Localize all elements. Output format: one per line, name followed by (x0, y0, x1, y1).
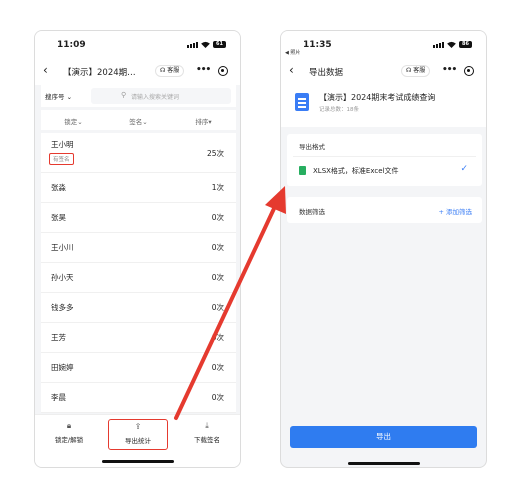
student-count: 0次 (211, 213, 224, 222)
student-name: 王芳 (51, 333, 66, 342)
student-count: 1次 (211, 183, 224, 192)
export-format-card: 导出格式 XLSX格式，标准Excel文件 ✓ (287, 134, 482, 186)
lock-unlock-button[interactable]: 🔒︎ 锁定/解锁 (39, 421, 99, 444)
data-filter-heading: 数据筛选 (299, 208, 325, 216)
download-signature-label: 下载签名 (194, 436, 220, 444)
back-to-app[interactable]: ◀ 照片 (285, 49, 300, 56)
student-name: 田婉婷 (51, 363, 74, 372)
search-icon: ⚲ (121, 91, 127, 99)
status-icons: 61 (187, 41, 226, 48)
status-bar: 11:35 ◀ 照片 86 (281, 31, 486, 57)
back-icon[interactable]: ‹ (289, 63, 294, 77)
more-icon[interactable]: ••• (196, 65, 211, 75)
battery-icon: 61 (213, 41, 226, 48)
status-bar: 11:09 61 (35, 31, 240, 57)
left-phone-screen: 11:09 61 ‹ 【演示】2024期… ☊ 客服 ••• 搜序号 ⌄ ⚲ 请… (34, 30, 241, 468)
list-item[interactable]: 张淼 1次 (41, 173, 236, 203)
customer-service-button[interactable]: ☊ 客服 (155, 65, 185, 77)
student-count: 0次 (211, 393, 224, 402)
student-count: 0次 (211, 303, 224, 312)
page-title: 导出数据 (309, 68, 344, 78)
sort-select-label: 搜序号 (45, 93, 65, 101)
student-name: 张淼 (51, 183, 66, 192)
export-stats-label: 导出统计 (125, 437, 151, 445)
close-miniprogram-icon[interactable] (464, 66, 474, 76)
add-filter-button[interactable]: + 添加筛选 (438, 206, 472, 216)
right-phone-screen: 11:35 ◀ 照片 86 ‹ 导出数据 ☊ 客服 ••• 【演示】2024期末… (280, 30, 487, 468)
student-count: 25次 (206, 149, 224, 158)
list-item[interactable]: 王小明 有签名 25次 (41, 133, 236, 173)
status-icons: 86 (433, 41, 472, 48)
customer-service-label: 客服 (167, 67, 180, 74)
customer-service-button[interactable]: ☊ 客服 (401, 65, 431, 77)
list-item[interactable]: 田婉婷 0次 (41, 353, 236, 383)
download-icon: ⤓ (205, 421, 209, 430)
customer-service-label: 客服 (413, 67, 426, 74)
student-count: 0次 (211, 333, 224, 342)
record-count: 记录总数：18条 (319, 107, 359, 113)
student-name: 王小川 (51, 243, 74, 252)
document-icon (295, 93, 309, 111)
home-indicator (102, 460, 174, 463)
column-sort[interactable]: 排序▾ (171, 110, 236, 130)
lock-icon: 🔒︎ (66, 421, 72, 430)
nav-bar: ‹ 导出数据 ☊ 客服 ••• (281, 57, 486, 85)
search-input[interactable]: ⚲ 请输入搜索关键词 (91, 88, 231, 104)
list-item[interactable]: 李晨 0次 (41, 383, 236, 413)
export-stats-button[interactable]: ⇪ 导出统计 (108, 419, 168, 450)
column-header: 锁定⌄ 签名⌄ 排序▾ (41, 110, 236, 130)
wifi-icon (447, 41, 456, 48)
status-time: 11:35 (303, 40, 332, 50)
back-icon[interactable]: ‹ (43, 63, 48, 77)
document-card: 【演示】2024期末考试成绩查询 记录总数：18条 (281, 85, 486, 127)
export-format-heading: 导出格式 (299, 143, 325, 151)
more-icon[interactable]: ••• (442, 65, 457, 75)
check-icon: ✓ (460, 164, 468, 174)
list-item[interactable]: 张昊 0次 (41, 203, 236, 233)
student-list: 王小明 有签名 25次 张淼 1次 张昊 0次 王小川 0次 孙小天 0次 钱多多 0次 … (41, 133, 236, 413)
headset-icon: ☊ (406, 67, 412, 74)
bottom-toolbar: 🔒︎ 锁定/解锁 ⇪ 导出统计 ⤓ 下载签名 (35, 414, 240, 467)
student-name: 李晨 (51, 393, 66, 402)
student-name: 钱多多 (51, 303, 74, 312)
search-placeholder: 请输入搜索关键词 (131, 94, 180, 101)
filter-bar: 搜序号 ⌄ ⚲ 请输入搜索关键词 (41, 85, 236, 107)
close-miniprogram-icon[interactable] (218, 66, 228, 76)
student-name: 王小明 (51, 140, 74, 149)
excel-file-icon (299, 166, 306, 175)
column-signature[interactable]: 签名⌄ (106, 110, 171, 130)
student-name: 孙小天 (51, 273, 74, 282)
nav-bar: ‹ 【演示】2024期… ☊ 客服 ••• (35, 57, 240, 85)
signal-icon (433, 42, 444, 48)
student-count: 0次 (211, 273, 224, 282)
export-icon: ⇪ (134, 422, 142, 431)
sort-select[interactable]: 搜序号 ⌄ (45, 91, 72, 101)
battery-icon: 86 (459, 41, 472, 48)
format-option-xlsx[interactable]: XLSX格式，标准Excel文件 ✓ (293, 156, 476, 182)
wifi-icon (201, 41, 210, 48)
format-option-label: XLSX格式，标准Excel文件 (313, 167, 399, 175)
list-item[interactable]: 孙小天 0次 (41, 263, 236, 293)
export-button[interactable]: 导出 (290, 426, 477, 448)
headset-icon: ☊ (160, 67, 166, 74)
lock-unlock-label: 锁定/解锁 (54, 436, 84, 444)
student-count: 0次 (211, 363, 224, 372)
student-count: 0次 (211, 243, 224, 252)
signal-icon (187, 42, 198, 48)
page-title: 【演示】2024期… (63, 68, 136, 78)
download-signature-button[interactable]: ⤓ 下载签名 (177, 421, 237, 444)
student-name: 张昊 (51, 213, 66, 222)
chevron-down-icon: ⌄ (66, 93, 73, 101)
status-time: 11:09 (57, 40, 86, 50)
column-lock[interactable]: 锁定⌄ (41, 110, 106, 130)
home-indicator (348, 462, 420, 465)
signed-badge: 有签名 (49, 153, 74, 165)
list-item[interactable]: 钱多多 0次 (41, 293, 236, 323)
list-item[interactable]: 王芳 0次 (41, 323, 236, 353)
document-title: 【演示】2024期末考试成绩查询 (319, 93, 436, 102)
data-filter-card: 数据筛选 + 添加筛选 (287, 197, 482, 223)
list-item[interactable]: 王小川 0次 (41, 233, 236, 263)
